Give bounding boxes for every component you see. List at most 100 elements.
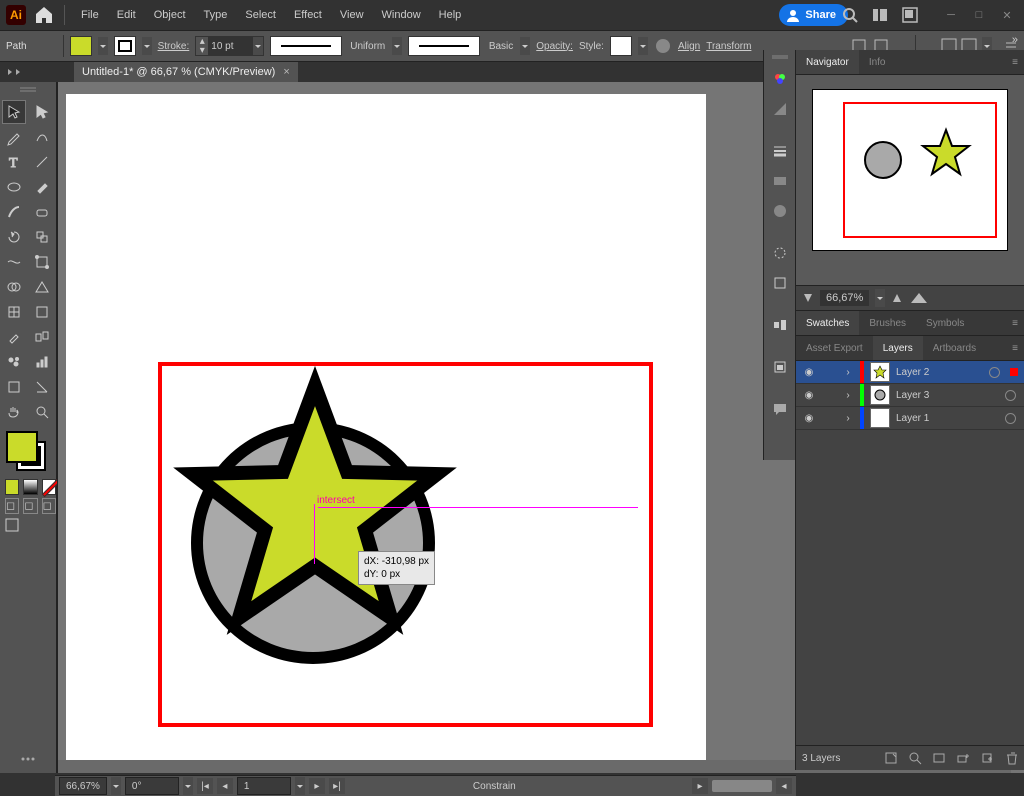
fill-swatch[interactable] <box>70 36 92 56</box>
ellipse-tool[interactable] <box>2 175 26 199</box>
new-layer-icon[interactable] <box>980 751 994 765</box>
gradient-panel-icon[interactable] <box>766 167 794 195</box>
toolbox-grip-icon[interactable] <box>18 86 38 94</box>
dock-grip2-icon[interactable] <box>772 34 792 40</box>
hand-tool[interactable] <box>2 400 26 424</box>
menu-file[interactable]: File <box>81 9 99 21</box>
color-mode-icon[interactable] <box>5 479 19 495</box>
target-icon[interactable] <box>989 367 1000 378</box>
first-artboard-icon[interactable]: |◂ <box>197 778 213 794</box>
target-icon[interactable] <box>1005 390 1016 401</box>
stroke-panel-icon[interactable] <box>766 137 794 165</box>
var-width-profile[interactable]: Uniform <box>270 36 342 56</box>
recolor-icon[interactable] <box>654 37 672 55</box>
artboard-tool[interactable] <box>2 375 26 399</box>
none-mode-icon[interactable] <box>42 479 56 495</box>
paintbrush-tool[interactable] <box>30 175 54 199</box>
prev-artboard-icon[interactable]: ◂ <box>217 778 233 794</box>
gradient-mode-icon[interactable] <box>23 479 37 495</box>
hscroll-thumb[interactable] <box>712 780 772 792</box>
pen-tool[interactable] <box>2 125 26 149</box>
selection-tool[interactable] <box>2 100 26 124</box>
export-icon[interactable] <box>884 751 898 765</box>
close-icon[interactable]: ✕ <box>998 8 1016 22</box>
comments-panel-icon[interactable] <box>766 395 794 423</box>
slice-tool[interactable] <box>30 375 54 399</box>
layer-name[interactable]: Layer 2 <box>896 367 929 378</box>
document-tab[interactable]: Untitled-1* @ 66,67 % (CMYK/Preview) × <box>74 62 298 82</box>
layer-name[interactable]: Layer 3 <box>896 390 929 401</box>
tab-brushes[interactable]: Brushes <box>859 311 916 335</box>
freetransform-tool[interactable] <box>30 250 54 274</box>
menu-effect[interactable]: Effect <box>294 9 322 21</box>
type-tool[interactable]: T <box>2 150 26 174</box>
menu-view[interactable]: View <box>340 9 364 21</box>
scroll-left-icon[interactable]: ▸ <box>692 778 708 794</box>
draw-inside-icon[interactable]: ◻ <box>42 498 56 514</box>
visibility-icon[interactable]: ◉ <box>800 413 818 424</box>
visibility-icon[interactable]: ◉ <box>800 367 818 378</box>
layer-row[interactable]: ◉ › Layer 1 <box>796 407 1024 430</box>
fill-color-icon[interactable] <box>6 431 38 463</box>
draw-normal-icon[interactable]: ◻ <box>5 498 19 514</box>
symbol-spray-tool[interactable] <box>2 350 26 374</box>
scale-tool[interactable] <box>30 225 54 249</box>
workspace-icon[interactable] <box>872 7 888 23</box>
status-art-dd[interactable] <box>295 777 305 795</box>
eyedropper-tool[interactable] <box>2 325 26 349</box>
align-panel-icon[interactable] <box>766 311 794 339</box>
zoom-dd[interactable] <box>875 289 885 307</box>
tab-asset-export[interactable]: Asset Export <box>796 336 873 360</box>
stroke-swatch[interactable] <box>114 36 136 56</box>
zoom-tool[interactable] <box>30 400 54 424</box>
tab-symbols[interactable]: Symbols <box>916 311 974 335</box>
mask-icon[interactable] <box>932 751 946 765</box>
tab-close-icon[interactable]: × <box>283 66 289 78</box>
zoom-out-icon[interactable] <box>802 292 814 304</box>
panel-menu-icon[interactable]: ≡ <box>1012 57 1018 68</box>
colorguide-panel-icon[interactable] <box>766 95 794 123</box>
gfx-style-swatch[interactable] <box>610 36 632 56</box>
star-shape[interactable] <box>185 386 445 646</box>
last-artboard-icon[interactable]: ▸| <box>329 778 345 794</box>
perspective-tool[interactable] <box>30 275 54 299</box>
panel-menu-icon[interactable]: ≡ <box>1012 343 1018 354</box>
next-artboard-icon[interactable]: ▸ <box>309 778 325 794</box>
shapebuilder-tool[interactable] <box>2 275 26 299</box>
fill-dropdown[interactable] <box>98 37 108 55</box>
chevron-right-icon[interactable]: › <box>842 390 854 401</box>
menu-select[interactable]: Select <box>245 9 276 21</box>
layer-name[interactable]: Layer 1 <box>896 413 929 424</box>
home-icon[interactable] <box>34 5 54 25</box>
menu-window[interactable]: Window <box>382 9 421 21</box>
tab-info[interactable]: Info <box>859 50 896 74</box>
status-zoom-dd[interactable] <box>111 777 121 795</box>
appearance-panel-icon[interactable] <box>766 239 794 267</box>
menu-help[interactable]: Help <box>439 9 462 21</box>
tab-navigator[interactable]: Navigator <box>796 50 859 74</box>
color-well[interactable] <box>6 431 48 473</box>
tab-layers[interactable]: Layers <box>873 336 923 360</box>
graphicstyles-panel-icon[interactable] <box>766 269 794 297</box>
maximize-icon[interactable]: □ <box>970 8 988 22</box>
screen-mode-icon[interactable] <box>5 518 19 532</box>
brush-def[interactable]: Basic <box>408 36 480 56</box>
libraries-panel-icon[interactable] <box>766 353 794 381</box>
visibility-icon[interactable]: ◉ <box>800 390 818 401</box>
target-icon[interactable] <box>1005 413 1016 424</box>
minimize-icon[interactable]: ─ <box>942 8 960 22</box>
graph-tool[interactable] <box>30 350 54 374</box>
scroll-right-icon[interactable]: ◂ <box>776 778 792 794</box>
new-sublayer-icon[interactable] <box>956 751 970 765</box>
draw-behind-icon[interactable]: ◻ <box>23 498 37 514</box>
share-button[interactable]: Share <box>779 4 848 26</box>
menu-object[interactable]: Object <box>154 9 186 21</box>
gfx-style-dropdown[interactable] <box>638 37 648 55</box>
mesh-tool[interactable] <box>2 300 26 324</box>
trash-icon[interactable] <box>1004 751 1018 765</box>
line-tool[interactable] <box>30 150 54 174</box>
chevron-right-icon[interactable]: › <box>842 413 854 424</box>
layer-row[interactable]: ◉ › Layer 2 <box>796 361 1024 384</box>
tab-nav-icon[interactable] <box>6 67 26 77</box>
blend-tool[interactable] <box>30 325 54 349</box>
